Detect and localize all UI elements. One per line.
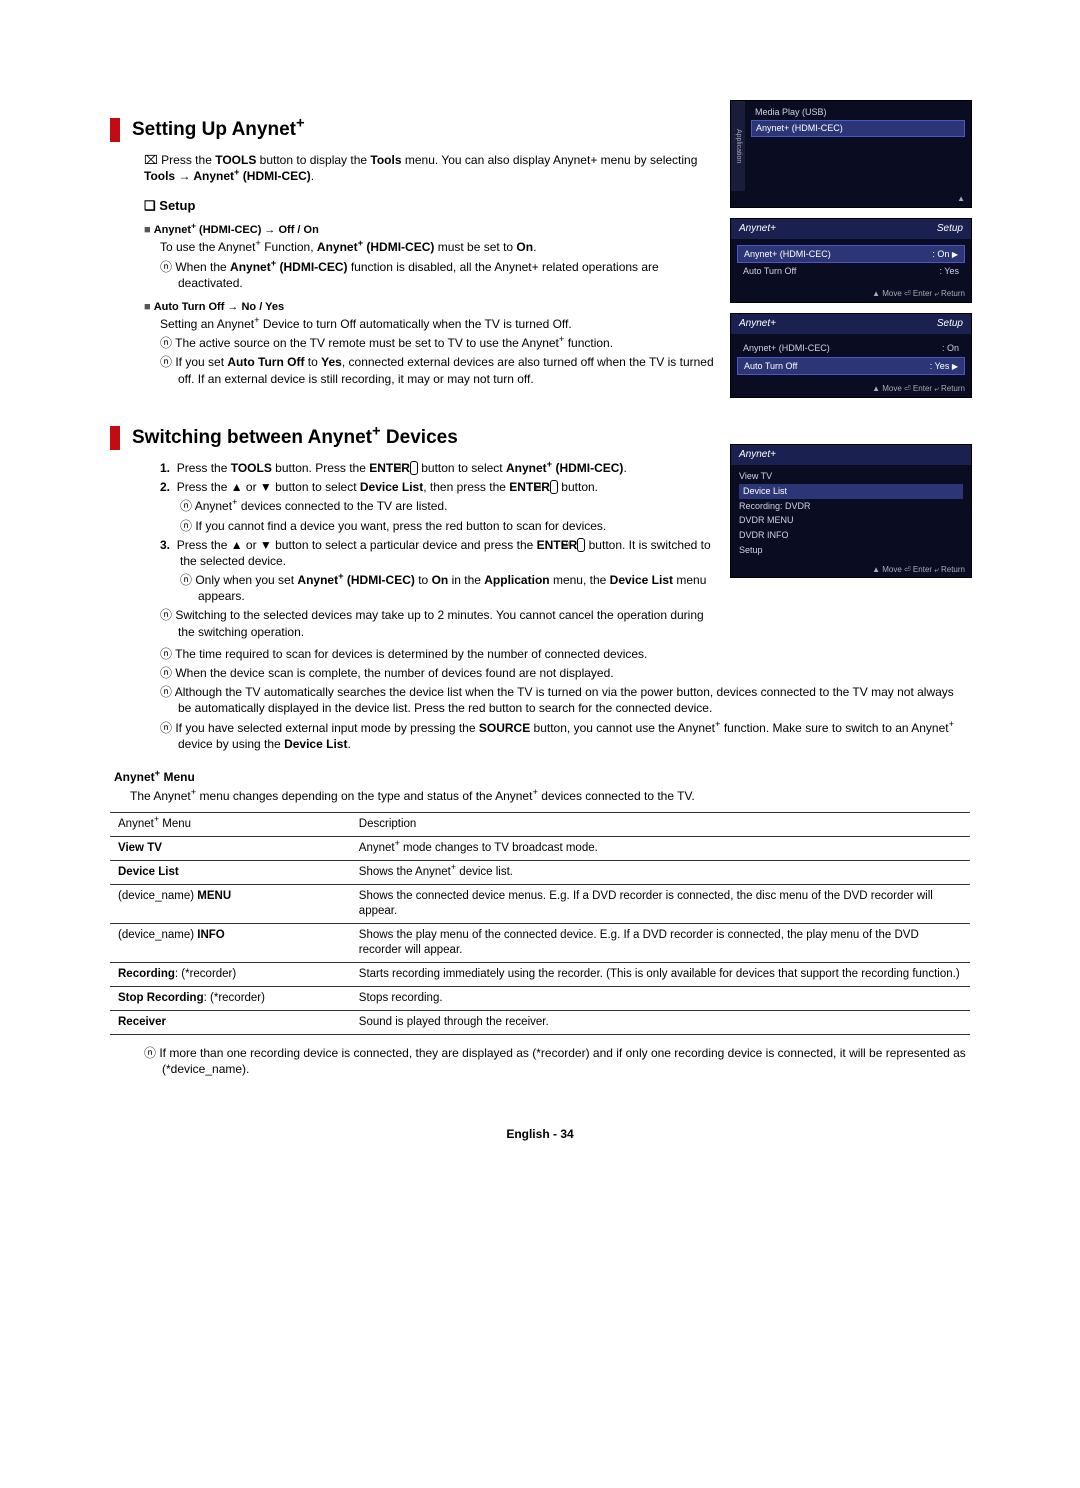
- item-auto-turn-off: Auto Turn Off → No / Yes: [144, 301, 716, 313]
- tools-intro: Press the TOOLS button to display the To…: [144, 152, 716, 184]
- note-switch-time: Switching to the selected devices may ta…: [160, 607, 716, 639]
- item1-p1: To use the Anynet+ Function, Anynet+ (HD…: [160, 239, 716, 255]
- item2-n2: If you set Auto Turn Off to Yes, connect…: [160, 354, 716, 386]
- table-row: Device List Shows the Anynet+ device lis…: [110, 861, 970, 885]
- red-bar-icon: [110, 426, 120, 450]
- section-title-setting-up: Setting Up Anynet+: [110, 118, 716, 142]
- anynet-menu-intro: The Anynet+ menu changes depending on th…: [130, 788, 970, 804]
- screenshot-application-menu: Application Media Play (USB) Anynet+ (HD…: [730, 100, 972, 208]
- step3-n1: Only when you set Anynet+ (HDMI-CEC) to …: [180, 572, 716, 604]
- red-bar-icon: [110, 118, 120, 142]
- enter-icon: ⏎: [550, 480, 558, 494]
- item2-p1: Setting an Anynet+ Device to turn Off au…: [160, 316, 716, 332]
- section-title-switching: Switching between Anynet+ Devices: [110, 426, 716, 450]
- note-scan-count: When the device scan is complete, the nu…: [160, 665, 970, 681]
- screenshot-setup-1: Anynet+Setup Anynet+ (HDMI-CEC): On ▶ Au…: [730, 218, 972, 303]
- step2-n2: If you cannot find a device you want, pr…: [180, 518, 716, 534]
- table-footnote: If more than one recording device is con…: [144, 1045, 970, 1077]
- note-scan-time: The time required to scan for devices is…: [160, 646, 970, 662]
- note-auto-search: Although the TV automatically searches t…: [160, 684, 970, 716]
- step-1: 1. Press the TOOLS button. Press the ENT…: [160, 460, 716, 476]
- table-row: (device_name) MENU Shows the connected d…: [110, 884, 970, 923]
- step2-n1: Anynet+ devices connected to the TV are …: [180, 498, 716, 514]
- screenshot-setup-2: Anynet+Setup Anynet+ (HDMI-CEC): On Auto…: [730, 313, 972, 398]
- note-source: If you have selected external input mode…: [160, 720, 970, 752]
- manual-page: Setting Up Anynet+ Press the TOOLS butto…: [0, 0, 1080, 1181]
- screenshot-device-list: Anynet+ View TV Device List Recording: D…: [730, 444, 972, 578]
- table-row: (device_name) INFO Shows the play menu o…: [110, 923, 970, 962]
- item-anynet-hdmi-cec: Anynet+ (HDMI-CEC) → Off / On: [144, 224, 716, 236]
- table-row: Recording: (*recorder) Starts recording …: [110, 962, 970, 986]
- page-number: English - 34: [110, 1127, 970, 1141]
- table-row: Receiver Sound is played through the rec…: [110, 1010, 970, 1034]
- anynet-menu-heading: Anynet+ Menu: [114, 770, 970, 784]
- table-row: Stop Recording: (*recorder) Stops record…: [110, 986, 970, 1010]
- step-3: 3. Press the ▲ or ▼ button to select a p…: [160, 537, 716, 569]
- table-row: View TV Anynet+ mode changes to TV broad…: [110, 837, 970, 861]
- item2-n1: The active source on the TV remote must …: [160, 335, 716, 351]
- setup-heading: Setup: [144, 198, 716, 214]
- step-2: 2. Press the ▲ or ▼ button to select Dev…: [160, 479, 716, 495]
- item1-note1: When the Anynet+ (HDMI-CEC) function is …: [160, 259, 716, 291]
- enter-icon: ⏎: [410, 461, 418, 475]
- anynet-menu-table: Anynet+ Menu Description View TV Anynet+…: [110, 812, 970, 1034]
